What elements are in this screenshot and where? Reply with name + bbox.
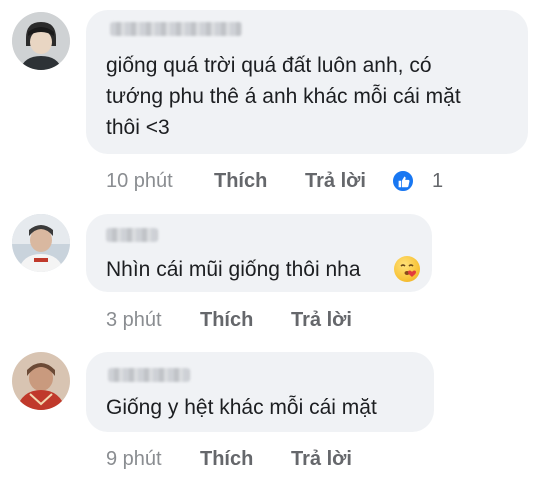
reply-button[interactable]: Trả lời (305, 168, 366, 194)
comment-time[interactable]: 9 phút (106, 446, 162, 472)
like-button[interactable]: Thích (200, 307, 253, 333)
user-avatar[interactable] (12, 12, 70, 70)
like-icon[interactable] (391, 169, 415, 193)
reaction-count[interactable]: 1 (432, 168, 443, 194)
author-name-blurred[interactable] (110, 22, 242, 36)
like-button[interactable]: Thích (214, 168, 267, 194)
comment-actions: 10 phút Thích Trả lời (0, 168, 538, 194)
reply-button[interactable]: Trả lời (291, 446, 352, 472)
comment-actions: 9 phút Thích Trả lời (0, 446, 538, 472)
comment-actions: 3 phút Thích Trả lời (0, 307, 538, 333)
author-name-blurred[interactable] (106, 228, 158, 242)
comment-time[interactable]: 3 phút (106, 307, 162, 333)
comment-text: Nhìn cái mũi giống thôi nha (106, 258, 361, 281)
like-button[interactable]: Thích (200, 446, 253, 472)
reply-button[interactable]: Trả lời (291, 307, 352, 333)
user-avatar[interactable] (12, 352, 70, 410)
comment-text: giống quá trời quá đất luôn anh, có tướn… (106, 54, 461, 139)
comment-time[interactable]: 10 phút (106, 168, 173, 194)
kissing-face-emoji (394, 256, 420, 282)
author-name-blurred[interactable] (108, 368, 190, 382)
comment-text: Giống y hệt khác mỗi cái mặt (106, 396, 377, 419)
user-avatar[interactable] (12, 214, 70, 272)
